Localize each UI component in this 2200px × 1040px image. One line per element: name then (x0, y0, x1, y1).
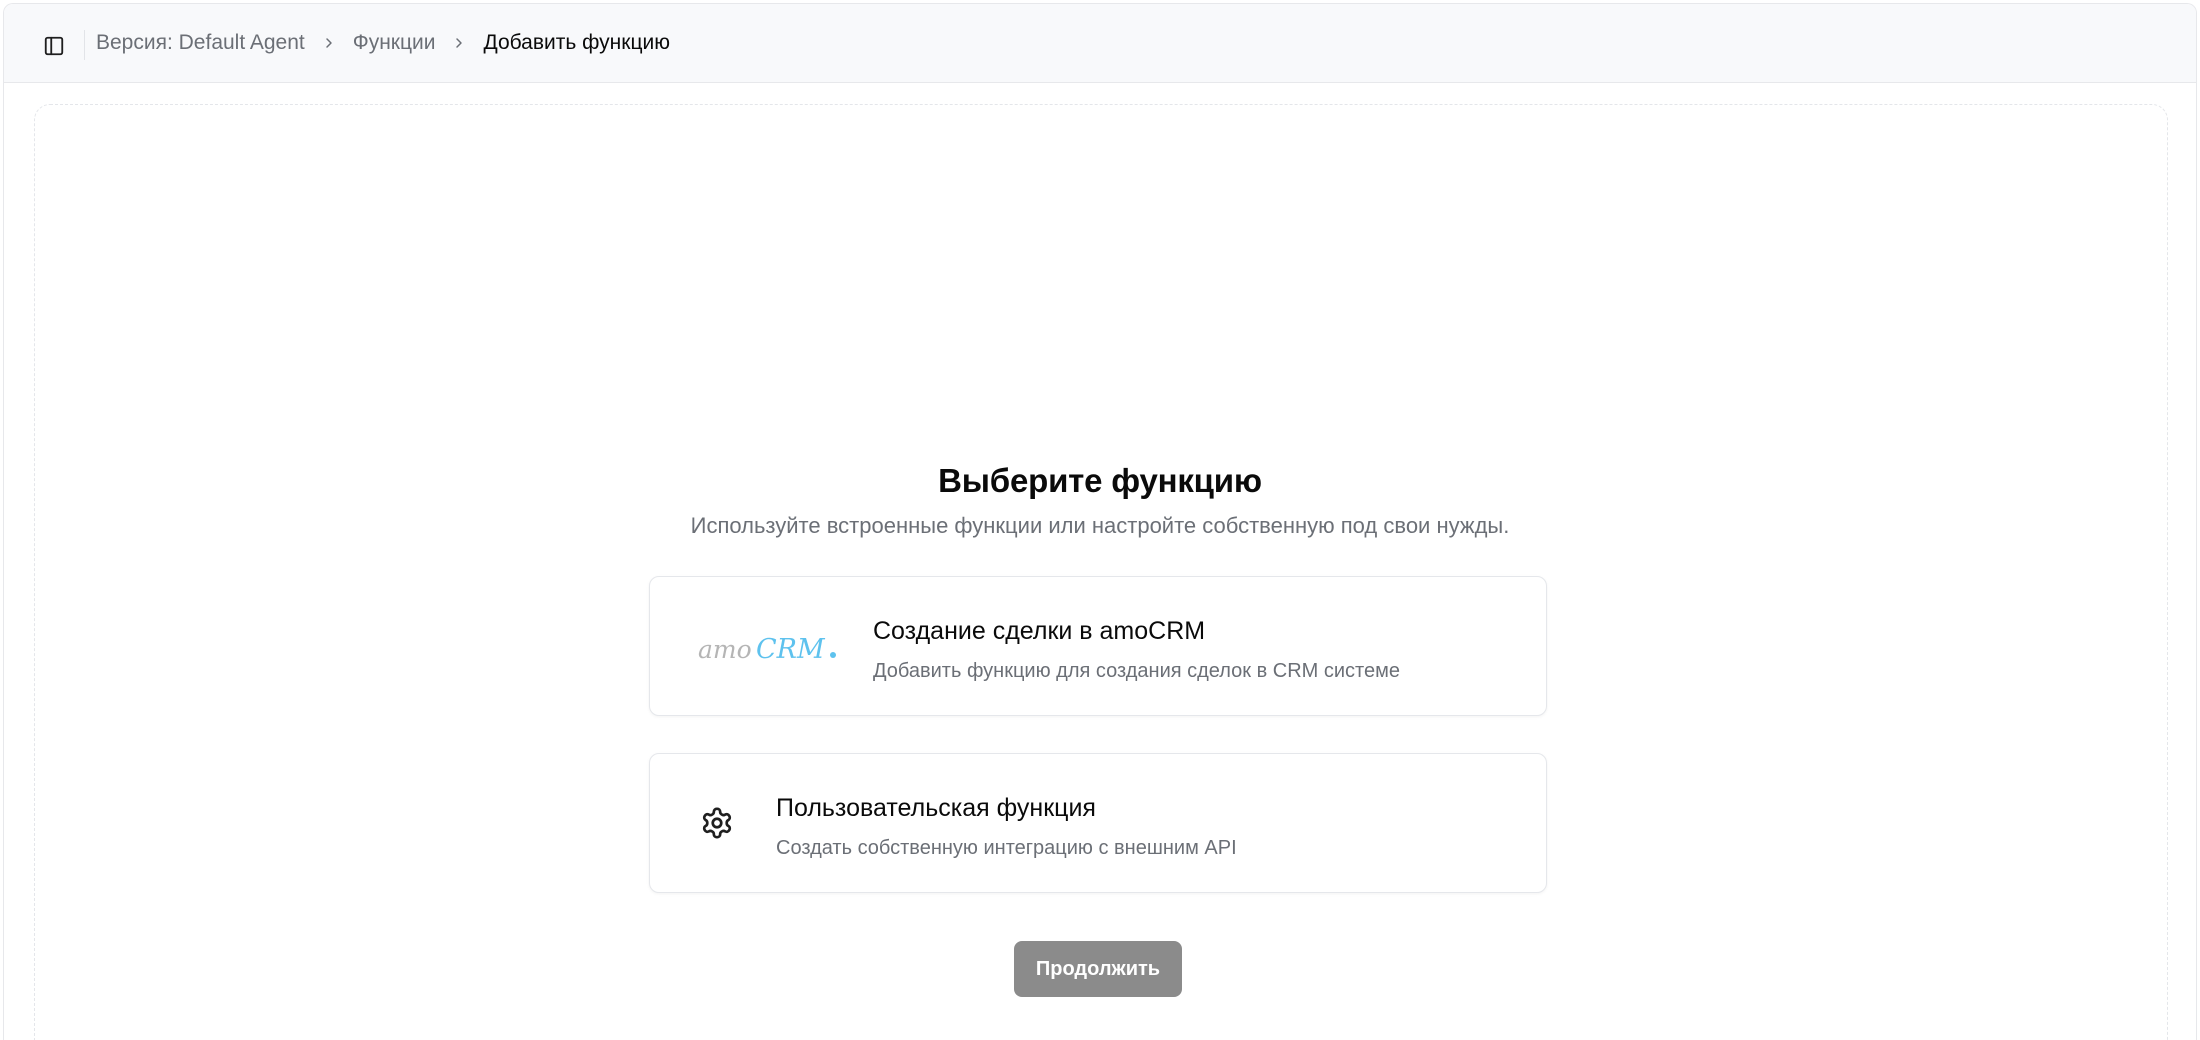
svg-text:CRM: CRM (756, 634, 826, 665)
sidebar-panel-icon (44, 36, 64, 56)
chevron-right-icon (305, 35, 353, 51)
page-title: Выберите функцию (938, 462, 1262, 499)
app-window: Версия: Default Agent Функции Добавить ф… (3, 3, 2197, 1040)
option-card-custom-function[interactable]: Пользовательская функция Создать собстве… (649, 753, 1547, 893)
option-description: Создать собственную интеграцию с внешним… (776, 837, 1237, 859)
chevron-right-icon (435, 35, 483, 51)
option-title: Пользовательская функция (776, 794, 1096, 822)
continue-button[interactable]: Продолжить (1014, 941, 1182, 997)
header-divider (84, 30, 85, 60)
breadcrumb-current-page: Добавить функцию (483, 31, 670, 54)
option-card-amocrm-deal[interactable]: amo CRM Создание сделки в amoCRM Добавит… (649, 576, 1547, 716)
page-subtitle: Используйте встроенные функции или настр… (690, 513, 1510, 538)
option-title: Создание сделки в amoCRM (873, 617, 1206, 645)
amocrm-logo: amo CRM (698, 634, 836, 665)
sidebar-toggle-button[interactable] (38, 30, 70, 62)
top-bar: Версия: Default Agent Функции Добавить ф… (4, 4, 2196, 83)
content-panel (34, 104, 2168, 1040)
gear-icon (702, 807, 732, 839)
svg-text:amo: amo (698, 635, 752, 664)
breadcrumb-functions-link[interactable]: Функции (353, 31, 436, 55)
breadcrumb-version-link[interactable]: Версия: Default Agent (96, 31, 305, 55)
breadcrumb: Версия: Default Agent Функции Добавить ф… (96, 4, 670, 82)
option-description: Добавить функцию для создания сделок в C… (873, 660, 1400, 682)
